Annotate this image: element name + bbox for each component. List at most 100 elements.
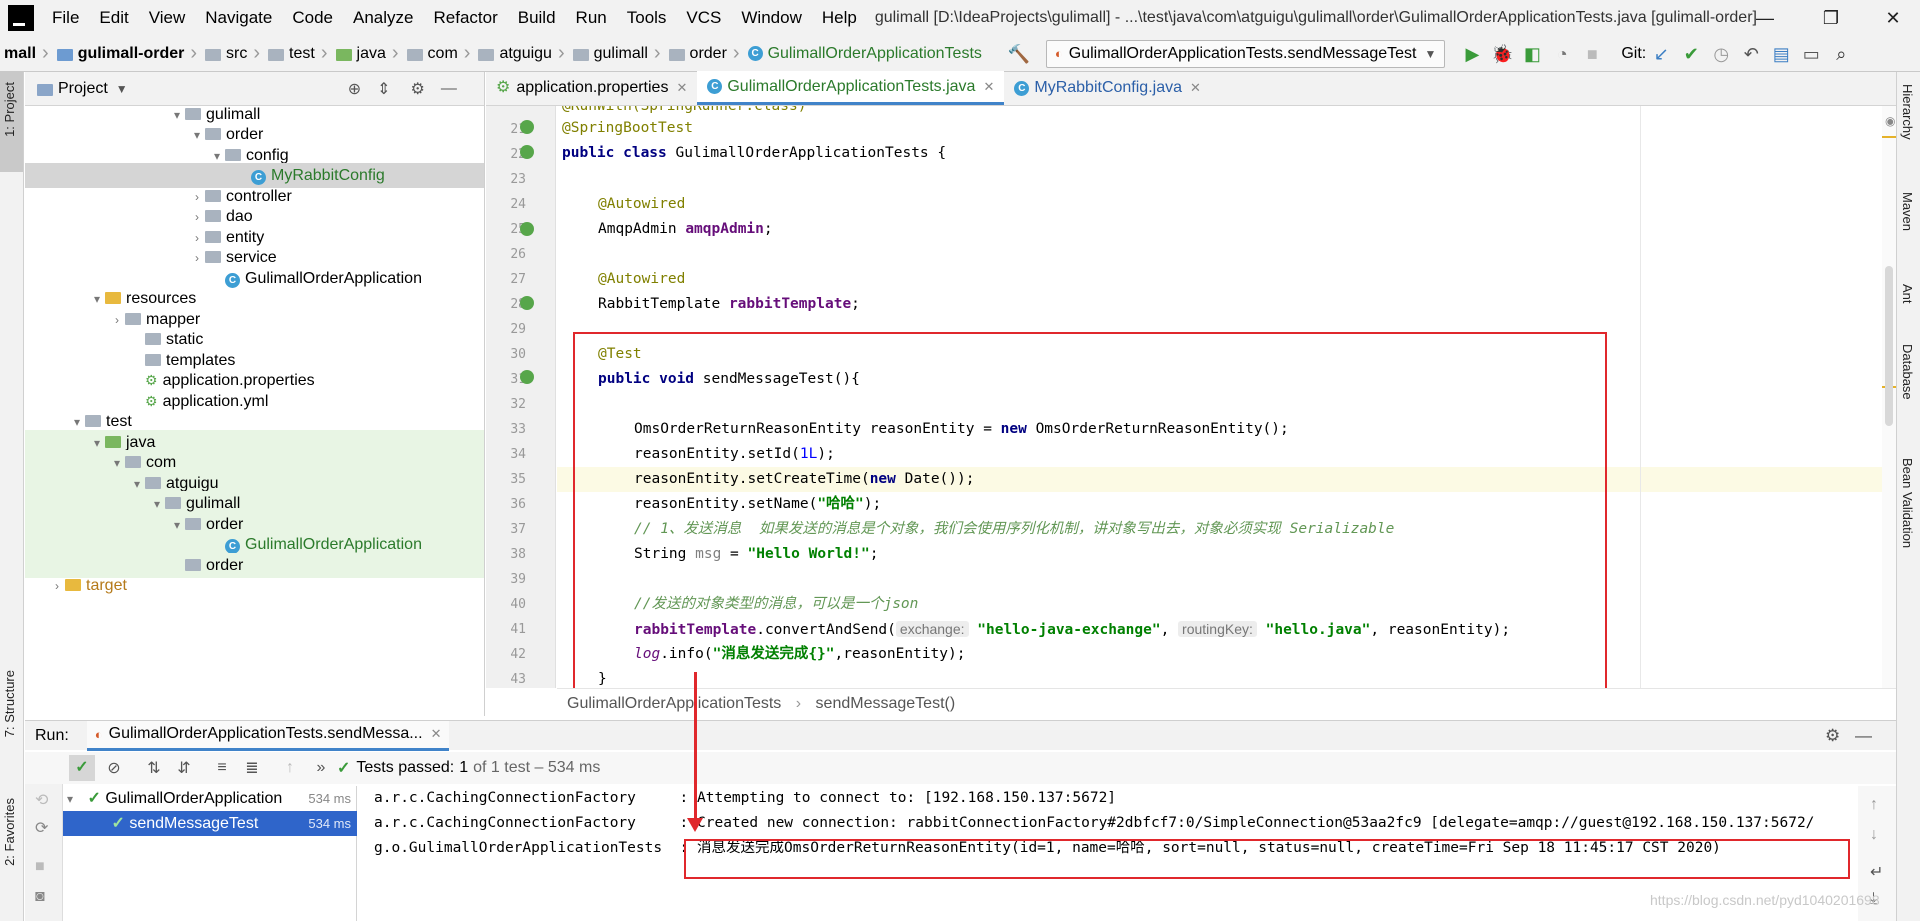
restore-icon[interactable]: ❐ (1800, 0, 1862, 36)
breadcrumb-class[interactable]: GulimallOrderApplicationTests (567, 695, 781, 712)
run-gutter-icon[interactable] (520, 145, 534, 159)
run-gutter-icon[interactable] (520, 370, 534, 384)
chevron-right-icon[interactable]: › (49, 574, 65, 599)
sort-alpha-icon[interactable]: ⇅ (141, 758, 167, 778)
eye-icon[interactable]: ◉ (1885, 114, 1895, 128)
hide-panel-icon[interactable]: — (1855, 726, 1872, 746)
hide-panel-icon[interactable]: — (441, 80, 457, 98)
build-hammer-icon[interactable]: 🔨 (1004, 39, 1034, 69)
test-suite-row[interactable]: ▾ ✓ GulimallOrderApplication 534 ms (63, 786, 357, 811)
close-tab-icon[interactable]: ✕ (983, 70, 994, 104)
run-config-selector[interactable]: ◐ GulimallOrderApplicationTests.sendMess… (1045, 39, 1446, 68)
git-rollback-icon[interactable]: ↶ (1736, 39, 1766, 69)
hierarchy-tool-tab[interactable]: Hierarchy (1900, 84, 1915, 140)
locate-icon[interactable]: ⊕ (348, 79, 361, 99)
tab-application-properties[interactable]: ⚙ application.properties ✕ (486, 71, 697, 105)
structure-tool-tab[interactable]: 7: Structure (2, 670, 17, 737)
chevron-down-icon[interactable]: ▾ (67, 787, 83, 812)
camera-icon[interactable]: ◙ (35, 888, 45, 906)
line-number[interactable]: 32 (486, 397, 526, 412)
close-tab-icon[interactable]: ✕ (676, 71, 687, 105)
debug-icon[interactable]: 🐞 (1487, 39, 1517, 69)
sort-duration-icon[interactable]: ⇵ (171, 758, 197, 778)
menu-run[interactable]: Run (566, 0, 617, 36)
stop-icon[interactable]: ■ (35, 858, 45, 876)
close-tab-icon[interactable]: ✕ (431, 726, 442, 742)
line-number[interactable]: 41 (486, 622, 526, 637)
project-tool-tab-label[interactable]: 1: Project (2, 82, 17, 137)
menu-vcs[interactable]: VCS (676, 0, 731, 36)
presentation-icon[interactable]: ▭ (1796, 39, 1826, 69)
close-window-icon[interactable]: ✕ (1862, 0, 1920, 36)
menu-navigate[interactable]: Navigate (195, 0, 282, 36)
crumb-module[interactable]: gulimall-order › (53, 36, 201, 71)
crumb-test[interactable]: test › (264, 36, 331, 71)
project-panel-title[interactable]: Project (58, 80, 108, 98)
crumb-class[interactable]: C GulimallOrderApplicationTests (744, 36, 986, 71)
line-number[interactable]: 27 (486, 272, 526, 287)
menu-refactor[interactable]: Refactor (423, 0, 507, 36)
crumb-gulimall[interactable]: gulimall › (569, 36, 665, 71)
line-number[interactable]: 24 (486, 197, 526, 212)
run-icon[interactable]: ▶ (1457, 39, 1487, 69)
line-number[interactable]: 39 (486, 572, 526, 587)
project-structure-icon[interactable]: ▤ (1766, 39, 1796, 69)
collapse-all-icon[interactable]: ≣ (239, 758, 265, 778)
line-number[interactable]: 36 (486, 497, 526, 512)
line-number[interactable]: 34 (486, 447, 526, 462)
test-case-row[interactable]: ✓ sendMessageTest 534 ms (63, 811, 357, 836)
line-number[interactable]: 37 (486, 522, 526, 537)
tab-gulimall-order-application-tests[interactable]: C GulimallOrderApplicationTests.java ✕ (697, 70, 1005, 105)
favorites-tool-tab[interactable]: 2: Favorites (2, 798, 17, 866)
line-number[interactable]: 40 (486, 597, 526, 612)
line-number[interactable]: 43 (486, 672, 526, 687)
show-passed-icon[interactable]: ✓ (69, 755, 95, 781)
line-number[interactable]: 29 (486, 322, 526, 337)
menu-window[interactable]: Window (731, 0, 811, 36)
line-number[interactable]: 26 (486, 247, 526, 262)
menu-code[interactable]: Code (282, 0, 343, 36)
crumb-java[interactable]: java › (332, 36, 403, 71)
collapse-all-icon[interactable]: ⇕ (377, 79, 390, 99)
stop-icon[interactable]: ■ (1577, 39, 1607, 69)
line-number[interactable]: 35 (486, 472, 526, 487)
spring-bean-icon[interactable] (520, 296, 534, 310)
menu-tools[interactable]: Tools (617, 0, 677, 36)
coverage-icon[interactable]: ◧ (1517, 39, 1547, 69)
search-icon[interactable]: ⌕ (1826, 39, 1856, 69)
menu-view[interactable]: View (139, 0, 196, 36)
menu-build[interactable]: Build (508, 0, 566, 36)
expand-all-icon[interactable]: ≡ (209, 759, 235, 777)
editor-scrollbar[interactable]: ◉ (1882, 106, 1896, 688)
profile-icon[interactable]: ◔ (1547, 39, 1577, 69)
menu-file[interactable]: File (42, 0, 89, 36)
spring-bean-icon[interactable] (520, 120, 534, 134)
close-tab-icon[interactable]: ✕ (1190, 71, 1201, 105)
breadcrumb-method[interactable]: sendMessageTest() (816, 695, 956, 712)
bean-validation-tool-tab[interactable]: Bean Validation (1900, 458, 1915, 548)
crumb-com[interactable]: com › (403, 36, 475, 71)
previous-failed-icon[interactable]: ↑ (277, 759, 303, 777)
up-arrow-icon[interactable]: ↑ (1870, 796, 1878, 814)
maven-tool-tab[interactable]: Maven (1900, 192, 1915, 231)
tab-my-rabbit-config[interactable]: C MyRabbitConfig.java ✕ (1004, 71, 1211, 105)
gear-icon[interactable]: ⚙ (1825, 726, 1840, 746)
crumb-mall[interactable]: mall › (0, 36, 53, 71)
chevron-down-icon[interactable]: ▼ (116, 82, 128, 96)
show-ignored-icon[interactable]: ⊘ (101, 758, 127, 778)
crumb-src[interactable]: src › (201, 36, 264, 71)
ant-tool-tab[interactable]: Ant (1900, 284, 1915, 304)
menu-analyze[interactable]: Analyze (343, 0, 423, 36)
spring-bean-icon[interactable] (520, 222, 534, 236)
tree-item[interactable]: › target (25, 573, 484, 599)
scrollbar-thumb[interactable] (1885, 266, 1893, 426)
run-tab[interactable]: ◐ GulimallOrderApplicationTests.sendMess… (86, 720, 450, 751)
line-number[interactable]: 38 (486, 547, 526, 562)
rerun-failed-icon[interactable]: ⟲ (35, 790, 48, 810)
minimize-icon[interactable]: — (1734, 0, 1796, 36)
line-number[interactable]: 30 (486, 347, 526, 362)
line-number[interactable]: 42 (486, 647, 526, 662)
crumb-atguigu[interactable]: atguigu › (474, 36, 568, 71)
database-tool-tab[interactable]: Database (1900, 344, 1915, 400)
menu-edit[interactable]: Edit (89, 0, 138, 36)
